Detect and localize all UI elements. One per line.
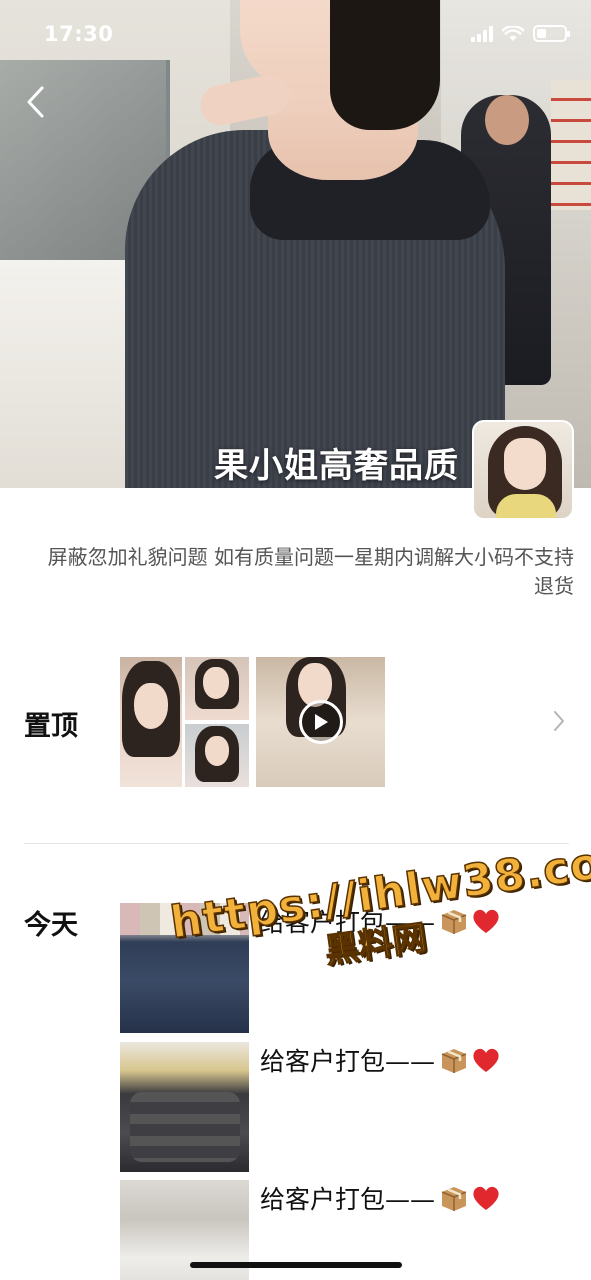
cover-photo[interactable]	[0, 0, 591, 488]
post-image-jeans[interactable]	[120, 903, 249, 1033]
package-emoji	[441, 910, 467, 934]
wifi-icon	[502, 25, 524, 41]
post-text: 给客户打包——	[260, 1180, 501, 1216]
post-caption: 给客户打包——	[260, 1047, 436, 1076]
post-caption: 给客户打包——	[260, 908, 436, 937]
pinned-thumb-1[interactable]	[120, 657, 182, 787]
chevron-left-icon	[27, 86, 44, 118]
status-icons	[471, 25, 570, 42]
feed-post[interactable]: 给客户打包——	[120, 903, 570, 1033]
package-emoji	[441, 1187, 467, 1211]
feed-post[interactable]: 给客户打包——	[120, 1042, 570, 1172]
section-divider	[24, 843, 569, 844]
pinned-video-thumb[interactable]	[256, 657, 385, 787]
red-heart-emoji	[473, 1048, 499, 1072]
status-time: 17:30	[44, 22, 114, 46]
post-text: 给客户打包——	[260, 903, 501, 939]
pinned-thumb-3[interactable]	[185, 724, 249, 787]
chevron-right-icon	[554, 711, 564, 731]
red-heart-emoji	[473, 909, 499, 933]
post-text: 给客户打包——	[260, 1042, 501, 1078]
battery-icon	[533, 25, 570, 42]
back-button[interactable]	[18, 82, 52, 122]
profile-name: 果小姐高奢品质	[214, 446, 459, 486]
home-indicator[interactable]	[190, 1262, 402, 1268]
pinned-label: 置顶	[24, 711, 78, 742]
package-emoji	[441, 1049, 467, 1073]
post-image-jacket[interactable]	[120, 1042, 249, 1172]
avatar[interactable]	[472, 420, 574, 520]
play-icon[interactable]	[299, 700, 343, 744]
red-heart-emoji	[473, 1186, 499, 1210]
cellular-signal-icon	[471, 25, 493, 42]
profile-signature: 屏蔽忽加礼貌问题 如有质量问题一星期内调解大小码不支持退货	[47, 545, 574, 598]
post-caption: 给客户打包——	[260, 1185, 436, 1214]
today-label: 今天	[24, 910, 78, 941]
pinned-more-button[interactable]	[553, 710, 565, 736]
pinned-thumb-2[interactable]	[185, 657, 249, 720]
status-bar: 17:30	[0, 0, 591, 70]
